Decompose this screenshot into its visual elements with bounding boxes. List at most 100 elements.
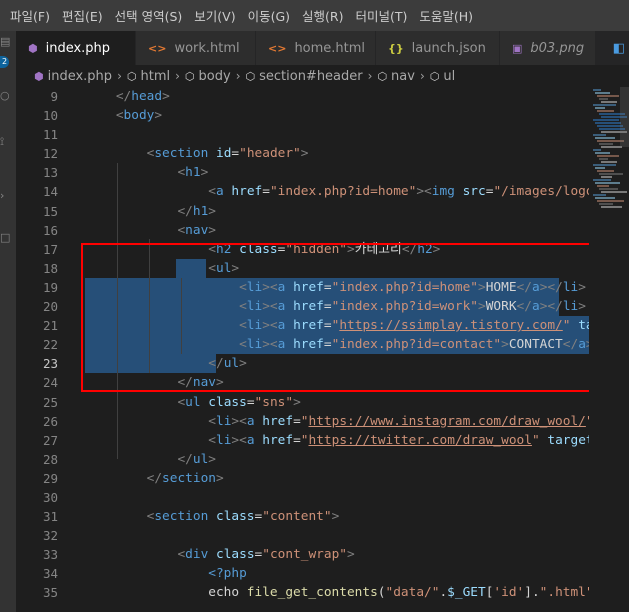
code-token: "data/" bbox=[385, 585, 440, 601]
code-token: href bbox=[262, 432, 294, 448]
code-line: <li><a href="index.php?id=contact">CONTA… bbox=[85, 335, 589, 354]
code-token: > bbox=[208, 451, 217, 467]
line-number: 16 bbox=[42, 222, 58, 238]
code-token: ( bbox=[377, 585, 386, 601]
code-token: li bbox=[246, 279, 263, 295]
code-token: nav bbox=[192, 375, 216, 391]
code-token: </ bbox=[401, 241, 418, 257]
code-token: li bbox=[215, 413, 232, 429]
code-token: h1 bbox=[192, 203, 209, 219]
menu-item[interactable]: 보기(V) bbox=[188, 6, 241, 25]
code-line: </h1> bbox=[85, 202, 589, 221]
minimap-line bbox=[595, 107, 605, 109]
code-editor[interactable]: 9 10 11 12 13 14 15 16 17 18 19 20 21 22 23 24 25 26 27 28 2… bbox=[16, 87, 589, 612]
menu-item[interactable]: 도움말(H) bbox=[413, 6, 479, 25]
code-token: < bbox=[85, 394, 186, 410]
code-token: file_get_contents bbox=[246, 585, 378, 601]
image-icon: ▣ bbox=[512, 41, 523, 55]
code-token: < bbox=[85, 184, 216, 200]
code-token: "content" bbox=[262, 509, 332, 525]
minimap[interactable] bbox=[589, 87, 629, 612]
scrollbar-thumb[interactable] bbox=[620, 87, 629, 147]
code-token: target bbox=[578, 318, 589, 334]
source-control-icon[interactable]: ⟟ bbox=[0, 135, 8, 149]
tab-label: home.html bbox=[294, 40, 366, 56]
minimap-line bbox=[597, 155, 619, 157]
code-token: a bbox=[277, 279, 294, 295]
code-token: a bbox=[277, 318, 294, 334]
breadcrumb-item[interactable]: ⬢ index.php bbox=[16, 69, 112, 84]
code-token: 'id' bbox=[493, 585, 525, 601]
files-icon[interactable]: ▤ bbox=[0, 35, 10, 49]
code-line: <h2 class="hidden">카테고리</h2> bbox=[85, 240, 589, 259]
code-token: href bbox=[293, 318, 324, 334]
code-token: > bbox=[347, 241, 355, 257]
code-token: . bbox=[439, 585, 448, 601]
code-token: target bbox=[539, 432, 589, 448]
code-token: </ bbox=[85, 356, 224, 372]
code-token: > bbox=[300, 146, 309, 162]
breadcrumb-item[interactable]: ⬡ nav bbox=[377, 69, 415, 84]
code-token: = bbox=[246, 394, 255, 410]
code-token: a bbox=[246, 432, 263, 448]
tab-launch-json[interactable]: {} launch.json bbox=[376, 31, 500, 65]
code-token: < bbox=[85, 299, 247, 315]
code-token: </ bbox=[85, 451, 193, 467]
breadcrumb-item[interactable]: ⬡ section#header bbox=[246, 69, 363, 84]
code-line: <div class="cont_wrap"> bbox=[85, 545, 589, 564]
run-icon[interactable]: › bbox=[0, 189, 8, 203]
code-token: WORK bbox=[485, 299, 517, 315]
minimap-line bbox=[593, 149, 601, 151]
code-token: = bbox=[293, 413, 301, 429]
tab-work-html[interactable]: <> work.html bbox=[136, 31, 256, 65]
breadcrumb-label: index.php bbox=[47, 68, 113, 84]
code-token: = bbox=[323, 279, 332, 295]
breadcrumb-item[interactable]: ⬡ ul bbox=[430, 69, 455, 84]
tab-home-html[interactable]: <> home.html bbox=[256, 31, 376, 65]
search-icon[interactable]: ○ bbox=[0, 89, 10, 103]
code-token: li bbox=[246, 337, 263, 353]
code-line: <li><a href="https://ssimplay.tistory.co… bbox=[85, 316, 589, 335]
minimap-line bbox=[597, 200, 624, 202]
symbol-icon: ⬡ bbox=[126, 69, 137, 83]
code-token: " bbox=[300, 432, 309, 448]
code-token: < bbox=[85, 432, 216, 448]
code-token: "/images/logo.png" bbox=[493, 184, 589, 200]
code-token: "index.php?id=home" bbox=[331, 279, 478, 295]
code-token: li bbox=[246, 299, 263, 315]
code-token: ></ bbox=[539, 299, 563, 315]
tab-index-php[interactable]: ⬢ index.php bbox=[16, 31, 136, 65]
menu-item[interactable]: 선택 영역(S) bbox=[109, 6, 189, 25]
breadcrumb-item[interactable]: ⬡ body bbox=[185, 69, 231, 84]
extensions-icon[interactable]: □ bbox=[0, 231, 10, 245]
split-editor-icon[interactable]: ◧ bbox=[613, 41, 625, 56]
menu-item[interactable]: 이동(G) bbox=[242, 6, 296, 25]
line-number: 19 bbox=[42, 279, 58, 295]
breadcrumb-label: body bbox=[198, 68, 231, 84]
code-token: >< bbox=[262, 318, 278, 334]
menu-item[interactable]: 실행(R) bbox=[296, 6, 349, 25]
code-token: < bbox=[85, 260, 216, 276]
breadcrumb-label: nav bbox=[391, 68, 415, 84]
line-number: 33 bbox=[42, 547, 58, 563]
symbol-icon: ⬡ bbox=[429, 69, 440, 83]
code-token: "index.php?id=contact" bbox=[331, 337, 502, 353]
code-token: = bbox=[231, 146, 240, 162]
tab-b03-png[interactable]: ▣ b03.png bbox=[500, 31, 600, 65]
code-token: href bbox=[262, 413, 294, 429]
minimap-line bbox=[593, 164, 616, 166]
minimap-line bbox=[595, 152, 610, 154]
menu-item[interactable]: 편집(E) bbox=[56, 6, 109, 25]
minimap-line bbox=[599, 143, 613, 145]
code-token: "index.php?id=home" bbox=[269, 184, 417, 200]
menu-item[interactable]: 터미널(T) bbox=[350, 6, 414, 25]
breadcrumb-item[interactable]: ⬡ html bbox=[127, 69, 170, 84]
minimap-line bbox=[593, 179, 611, 181]
code-line: <section class="content"> bbox=[85, 507, 589, 526]
code-token: https://twitter.com/draw_wool bbox=[308, 432, 532, 448]
code-token: section bbox=[162, 470, 216, 486]
menu-item[interactable]: 파일(F) bbox=[0, 6, 56, 25]
code-token: HOME bbox=[485, 279, 517, 295]
